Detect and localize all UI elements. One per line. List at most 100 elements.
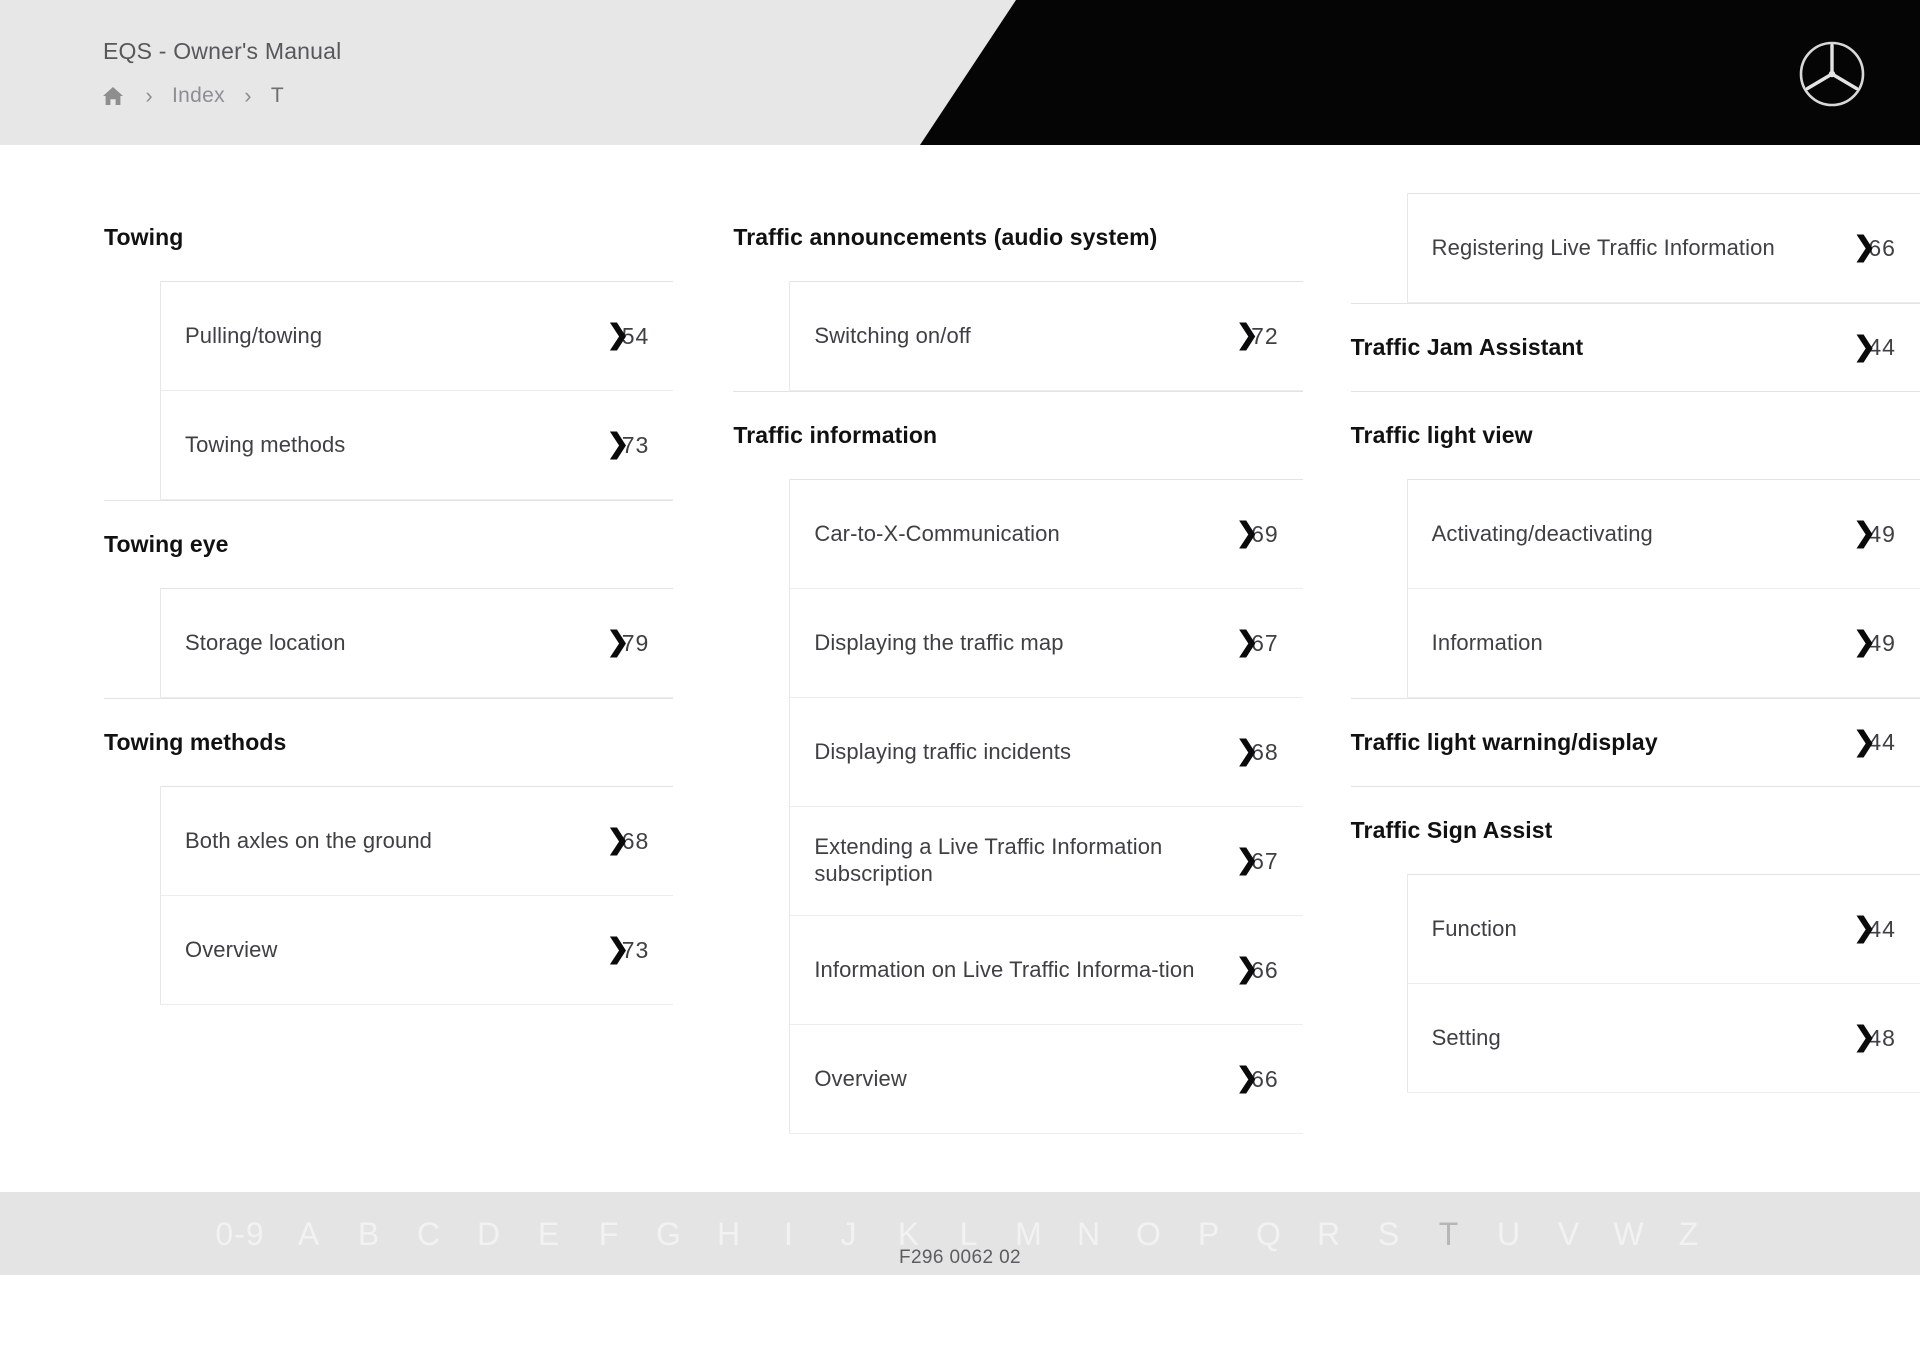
index-group-pageref[interactable]: 44 ❯ — [1834, 332, 1896, 361]
index-entry[interactable]: Pulling/towing 54 ❯ — [161, 281, 674, 390]
index-group-title: Towing methods — [104, 729, 287, 755]
index-entry-pageref[interactable]: 49 ❯ — [1834, 519, 1896, 548]
alphabet-letter-v[interactable]: V — [1539, 1218, 1599, 1250]
alphabet-letter-g[interactable]: G — [639, 1218, 699, 1250]
page-title: EQS - Owner's Manual — [103, 38, 342, 64]
index-entry-list: Storage location 79 ❯ — [160, 588, 674, 697]
alphabet-letter-c[interactable]: C — [399, 1218, 459, 1250]
alphabet-letter-w[interactable]: W — [1599, 1218, 1659, 1250]
alphabet-letter-p[interactable]: P — [1179, 1218, 1239, 1250]
index-entry[interactable]: Displaying the traffic map 67 ❯ — [790, 588, 1303, 697]
index-group-link[interactable]: Traffic light warning/display 44 ❯ — [1350, 698, 1920, 786]
alphabet-letter-o[interactable]: O — [1119, 1218, 1179, 1250]
alphabet-letter-q[interactable]: Q — [1239, 1218, 1299, 1250]
index-entry-title: Setting — [1431, 1024, 1501, 1050]
alphabet-letter-m[interactable]: M — [999, 1218, 1059, 1250]
breadcrumb-item-index[interactable]: Index — [172, 84, 225, 108]
index-group-heading: Towing eye — [104, 500, 674, 588]
alphabet-letter-n[interactable]: N — [1059, 1218, 1119, 1250]
index-column-2: Traffic announcements (audio system) Swit… — [733, 193, 1303, 1275]
index-entry[interactable]: Activating/deactivating 49 ❯ — [1407, 479, 1920, 588]
page-number: 44 — [1868, 729, 1896, 755]
index-entry-list: Activating/deactivating 49 ❯ Information 49 ❯ — [1406, 479, 1920, 697]
index-group-pageref[interactable]: 44 ❯ — [1834, 727, 1896, 756]
index-entry-list: Pulling/towing 54 ❯ Towing methods 73 ❯ — [160, 281, 674, 499]
alphabet-letter-09[interactable]: 0-9 — [201, 1218, 279, 1250]
alphabet-letter-a[interactable]: A — [279, 1218, 339, 1250]
index-column-3: Registering Live Traffic Information 66 ❯ T… — [1350, 193, 1920, 1275]
index-entry-list-end — [1406, 1092, 1920, 1093]
index-group: Traffic information Car-to-X-Communicatio… — [733, 391, 1303, 1134]
index-entry[interactable]: Car-to-X-Communication 69 ❯ — [790, 479, 1303, 588]
alphabet-letter-j[interactable]: J — [819, 1218, 879, 1250]
index-entry[interactable]: Towing methods 73 ❯ — [161, 390, 674, 499]
index-entry-pageref[interactable]: 66 ❯ — [1217, 1064, 1279, 1093]
index-entry-pageref[interactable]: 79 ❯ — [587, 628, 650, 657]
index-entry[interactable]: Extending a Live Traffic Information sub… — [790, 806, 1303, 915]
alphabet-letter-s[interactable]: S — [1359, 1218, 1419, 1250]
index-entry-pageref[interactable]: 69 ❯ — [1217, 519, 1279, 548]
index-entry-title: Displaying traffic incidents — [814, 738, 1072, 764]
index-entry-pageref[interactable]: 72 ❯ — [1217, 321, 1279, 350]
alphabet-letter-l[interactable]: L — [939, 1218, 999, 1250]
alphabet-letter-r[interactable]: R — [1299, 1218, 1359, 1250]
alphabet-letter-f[interactable]: F — [579, 1218, 639, 1250]
alphabet-letter-e[interactable]: E — [519, 1218, 579, 1250]
index-group: Traffic light view Activating/deactivatin… — [1350, 391, 1920, 698]
index-group: Traffic announcements (audio system) Swit… — [733, 193, 1303, 391]
alphabet-letter-b[interactable]: B — [339, 1218, 399, 1250]
page-number: 79 — [621, 629, 650, 656]
index-group-title: Traffic light warning/display — [1350, 729, 1658, 755]
index-entry[interactable]: Function 44 ❯ — [1407, 874, 1920, 983]
index-entry-title: Towing methods — [185, 431, 346, 457]
index-entry[interactable]: Overview 73 ❯ — [161, 895, 674, 1004]
home-icon[interactable] — [100, 83, 126, 109]
page-number: 54 — [621, 322, 650, 349]
index-group-title: Traffic Sign Assist — [1350, 817, 1553, 843]
index-entry-pageref[interactable]: 68 ❯ — [587, 826, 649, 855]
index-entry-pageref[interactable]: 67 ❯ — [1217, 628, 1279, 657]
index-entry[interactable]: Both axles on the ground 68 ❯ — [161, 786, 674, 895]
index-group-title: Traffic announcements (audio system) — [733, 223, 1158, 250]
alphabet-letter-d[interactable]: D — [459, 1218, 519, 1250]
page-number: 72 — [1251, 322, 1279, 349]
index-entry-pageref[interactable]: 66 ❯ — [1217, 955, 1279, 984]
index-group-heading: Traffic light view — [1350, 391, 1920, 479]
index-entry[interactable]: Registering Live Traffic Information 66 ❯ — [1407, 193, 1920, 302]
index-entry-pageref[interactable]: 49 ❯ — [1834, 628, 1896, 657]
index-entry-list: Registering Live Traffic Information 66 ❯ — [1406, 193, 1920, 302]
index-entry-pageref[interactable]: 73 ❯ — [587, 935, 650, 964]
index-entry[interactable]: Displaying traffic incidents 68 ❯ — [790, 697, 1303, 806]
index-entry[interactable]: Switching on/off 72 ❯ — [790, 281, 1303, 390]
page-number: 66 — [1868, 234, 1896, 261]
index-entry-list: Both axles on the ground 68 ❯ Overview 73 ❯ — [160, 786, 674, 1004]
index-entry-pageref[interactable]: 44 ❯ — [1834, 914, 1896, 943]
index-entry-pageref[interactable]: 67 ❯ — [1217, 846, 1279, 875]
index-entry-pageref[interactable]: 54 ❯ — [587, 321, 650, 350]
page-number: 67 — [1251, 629, 1279, 656]
alphabet-letter-u[interactable]: U — [1479, 1218, 1539, 1250]
index-entry[interactable]: Setting 48 ❯ — [1407, 983, 1920, 1092]
index-entry-pageref[interactable]: 48 ❯ — [1834, 1023, 1896, 1052]
index-entry-pageref[interactable]: 73 ❯ — [587, 430, 649, 459]
page-number: 44 — [1868, 915, 1896, 942]
index-entry-list: Car-to-X-Communication 69 ❯ Displaying the … — [789, 479, 1303, 1133]
alphabet-letter-h[interactable]: H — [699, 1218, 759, 1250]
index-entry[interactable]: Storage location 79 ❯ — [161, 588, 674, 697]
index-entry-pageref[interactable]: 66 ❯ — [1834, 233, 1896, 262]
alphabet-letter-t[interactable]: T — [1419, 1218, 1479, 1250]
index-entry-pageref[interactable]: 68 ❯ — [1217, 737, 1279, 766]
alphabet-letter-k[interactable]: K — [879, 1218, 939, 1250]
page-number: 73 — [621, 936, 650, 963]
index-entry-title: Extending a Live Traffic Information sub… — [814, 834, 1163, 886]
alphabet-letter-i[interactable]: I — [759, 1218, 819, 1250]
index-entry[interactable]: Information on Live Traffic Informa-tion… — [790, 915, 1303, 1024]
app-header: EQS - Owner's Manual › Index › T — [0, 0, 1920, 145]
index-entry-title: Storage location — [185, 629, 346, 655]
index-group-title: Towing eye — [104, 531, 229, 557]
page-number: 49 — [1868, 520, 1896, 547]
index-entry[interactable]: Overview 66 ❯ — [790, 1024, 1303, 1133]
index-entry[interactable]: Information 49 ❯ — [1407, 588, 1920, 697]
index-group-link[interactable]: Traffic Jam Assistant 44 ❯ — [1350, 303, 1920, 391]
alphabet-letter-z[interactable]: Z — [1659, 1218, 1719, 1250]
